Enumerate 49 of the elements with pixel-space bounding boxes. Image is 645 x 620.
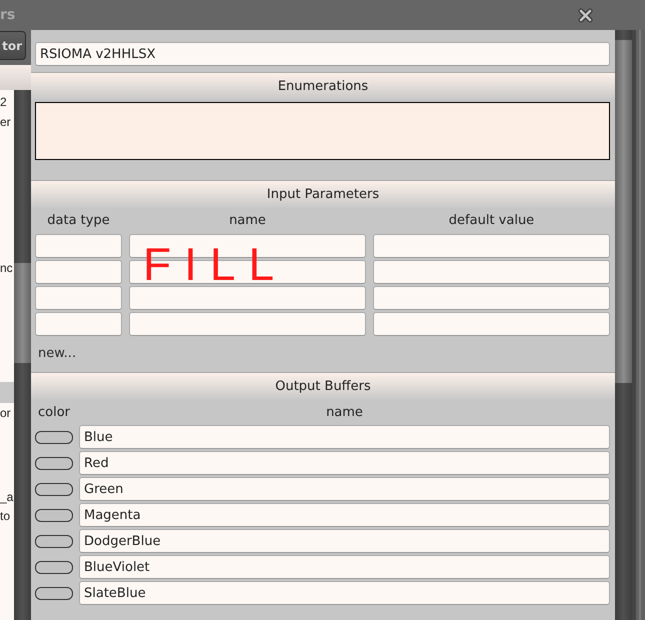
buffer-name-field[interactable]: Green [79, 477, 610, 501]
input-field[interactable] [129, 312, 366, 336]
buffer-name-field[interactable]: SlateBlue [79, 581, 610, 605]
scrollbar-thumb[interactable] [14, 263, 31, 363]
side-button[interactable]: tor [0, 31, 26, 60]
name-field[interactable]: RSIOMA v2HHLSX [35, 42, 610, 66]
list-item[interactable]: 2 [0, 92, 14, 112]
column-header: name [326, 404, 363, 422]
color-swatch-icon[interactable] [35, 430, 73, 444]
color-swatch-icon[interactable] [35, 560, 73, 574]
buffer-name-field[interactable]: BlueViolet [79, 555, 610, 579]
input-field[interactable] [35, 312, 122, 336]
color-swatch-icon[interactable] [35, 456, 73, 470]
input-field[interactable] [129, 286, 366, 310]
buffer-name-field[interactable]: Blue [79, 425, 610, 449]
input-field[interactable] [373, 260, 610, 284]
column-header: data type [47, 212, 110, 230]
window-title: rs [0, 6, 16, 24]
buffer-name-field[interactable]: Magenta [79, 503, 610, 527]
column-header: color [37, 404, 70, 422]
color-swatch-icon[interactable] [35, 586, 73, 600]
input-field[interactable] [373, 234, 610, 258]
scrollbar-thumb[interactable] [615, 40, 632, 383]
list-item[interactable]: er [0, 112, 14, 132]
list-item[interactable]: or [0, 403, 14, 423]
column-header: default value [448, 212, 534, 230]
list-item[interactable]: _a [0, 487, 14, 507]
input-field[interactable] [35, 260, 122, 284]
input-field[interactable] [373, 312, 610, 336]
buffer-name-field[interactable]: Red [79, 451, 610, 475]
enumerations-list-box[interactable] [35, 102, 610, 160]
close-icon[interactable] [578, 8, 593, 22]
color-swatch-icon[interactable] [35, 534, 73, 548]
list-group-bar [0, 382, 14, 403]
panel-header-bar [0, 65, 31, 90]
list-item[interactable]: to [0, 506, 14, 526]
section-header: Enumerations [31, 72, 615, 100]
new-link[interactable]: new... [38, 344, 76, 364]
handwritten-annotation: FILL [143, 246, 271, 282]
column-header: name [229, 212, 266, 230]
section-header: Input Parameters [31, 180, 615, 208]
list-item[interactable]: nc [0, 258, 14, 278]
input-field[interactable] [35, 234, 122, 258]
color-swatch-icon[interactable] [35, 482, 73, 496]
input-field[interactable] [373, 286, 610, 310]
buffer-name-field[interactable]: DodgerBlue [79, 529, 610, 553]
input-field[interactable] [35, 286, 122, 310]
color-swatch-icon[interactable] [35, 508, 73, 522]
section-header: Output Buffers [31, 372, 615, 400]
